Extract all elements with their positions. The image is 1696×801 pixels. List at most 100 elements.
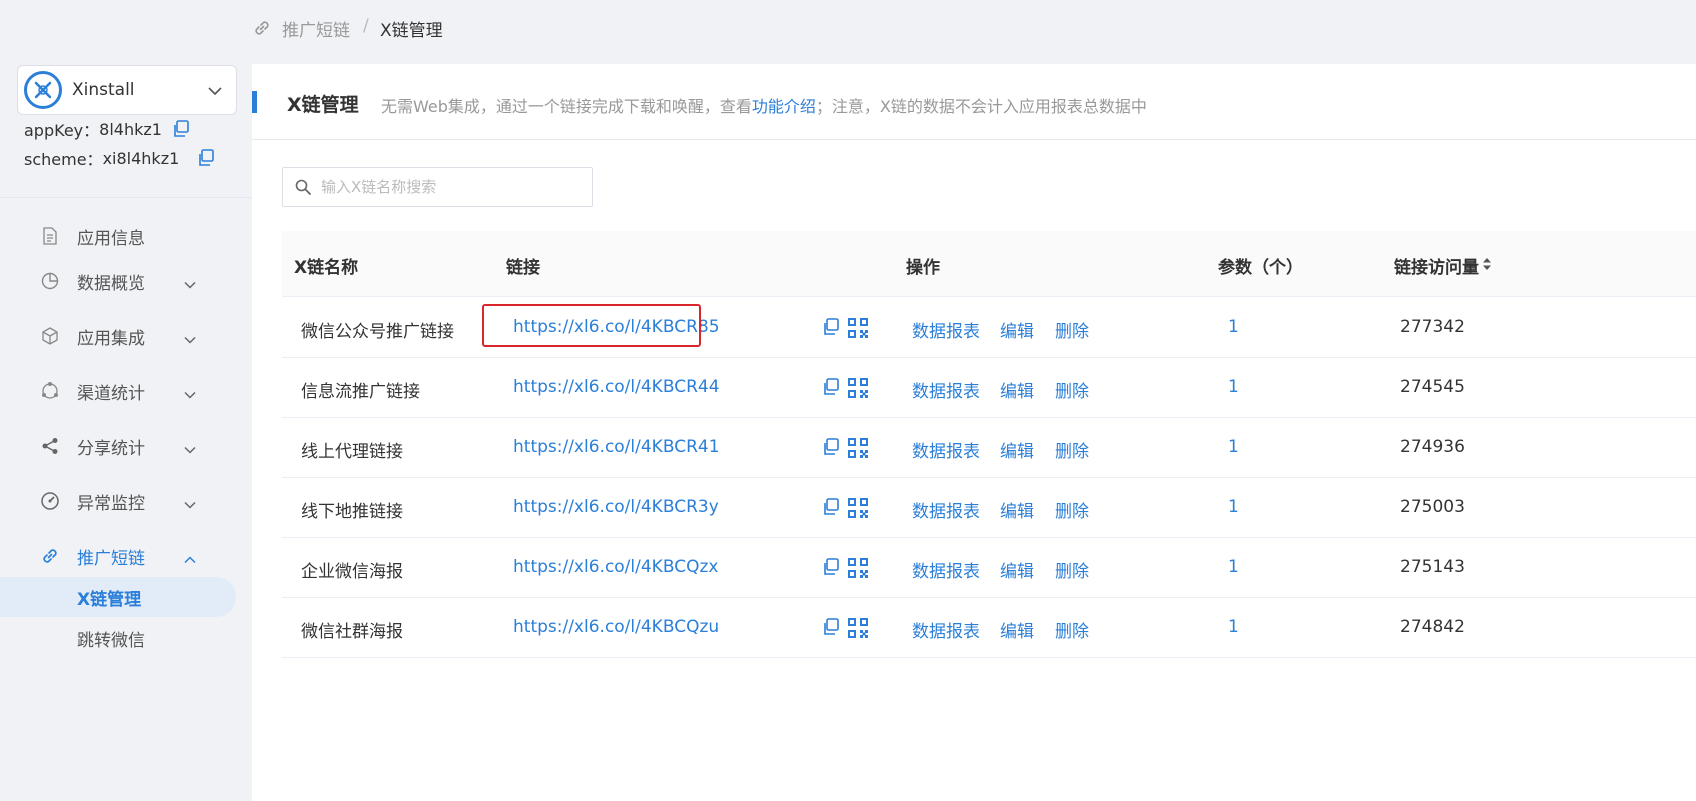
app-selector[interactable]: Xinstall [17, 65, 237, 115]
scheme-label: scheme： [24, 150, 103, 169]
header-params: 参数（个） [1218, 258, 1303, 278]
link-icon [40, 546, 60, 566]
sidebar-item-label: 渠道统计 [77, 383, 145, 404]
appkey-label: appKey： [24, 121, 100, 140]
report-link[interactable]: 数据报表 [912, 317, 980, 342]
sidebar-item-data-overview[interactable]: 数据概览 [0, 261, 252, 301]
title-accent-bar [252, 91, 257, 113]
edit-link[interactable]: 编辑 [1000, 557, 1034, 582]
sidebar-item-app-info[interactable]: 应用信息 [0, 216, 252, 256]
appkey-row: appKey： 8l4hkz1 [24, 117, 190, 141]
sidebar-item-anomaly-monitor[interactable]: 异常监控 [0, 481, 252, 521]
sidebar-subitem-jump-wechat[interactable]: 跳转微信 [0, 618, 236, 658]
sidebar-item-label: 应用集成 [77, 328, 145, 349]
row-visits: 277342 [1400, 317, 1465, 337]
qrcode-icon[interactable] [848, 438, 868, 458]
cube-icon [40, 326, 60, 346]
sidebar-subitem-label: 跳转微信 [77, 630, 145, 651]
chevron-down-icon [184, 274, 196, 294]
copy-icon[interactable] [822, 618, 840, 636]
row-params[interactable]: 1 [1228, 377, 1239, 397]
edit-link[interactable]: 编辑 [1000, 317, 1034, 342]
sidebar-item-label: 异常监控 [77, 493, 145, 514]
header-divider [252, 139, 1696, 140]
row-url-link[interactable]: https://xl6.co/l/4KBCR41 [513, 437, 720, 457]
report-link[interactable]: 数据报表 [912, 557, 980, 582]
row-url-link[interactable]: https://xl6.co/l/4KBCR3y [513, 497, 719, 517]
feature-intro-link[interactable]: 功能介绍 [752, 97, 816, 116]
sidebar-item-channel-stats[interactable]: 渠道统计 [0, 371, 252, 411]
qrcode-icon[interactable] [848, 378, 868, 398]
row-params[interactable]: 1 [1228, 317, 1239, 337]
edit-link[interactable]: 编辑 [1000, 437, 1034, 462]
row-url-link[interactable]: https://xl6.co/l/4KBCQzu [513, 617, 719, 637]
sidebar-divider [0, 197, 252, 198]
report-link[interactable]: 数据报表 [912, 497, 980, 522]
qrcode-icon[interactable] [848, 618, 868, 638]
delete-link[interactable]: 删除 [1055, 317, 1089, 342]
sidebar-subitem-x-link-manage[interactable]: X链管理 [0, 577, 236, 617]
scheme-value: xi8l4hkz1 [102, 148, 180, 168]
row-visits: 274936 [1400, 437, 1465, 457]
sidebar-item-label: 应用信息 [77, 228, 145, 249]
row-params[interactable]: 1 [1228, 617, 1239, 637]
sidebar-subitem-label: X链管理 [77, 589, 142, 610]
page-title: X链管理 [287, 94, 359, 116]
sidebar-item-short-links[interactable]: 推广短链 [0, 536, 252, 576]
scheme-row: scheme： xi8l4hkz1 [24, 146, 215, 170]
row-params[interactable]: 1 [1228, 497, 1239, 517]
row-name: 企业微信海报 [301, 562, 403, 582]
edit-link[interactable]: 编辑 [1000, 377, 1034, 402]
breadcrumb: 推广短链 / X链管理 [252, 0, 1696, 56]
row-params[interactable]: 1 [1228, 557, 1239, 577]
sort-icon[interactable] [1482, 257, 1492, 271]
search-input[interactable] [321, 176, 581, 198]
delete-link[interactable]: 删除 [1055, 497, 1089, 522]
chevron-down-icon [208, 81, 222, 100]
row-name: 信息流推广链接 [301, 382, 420, 402]
row-name: 线下地推链接 [301, 502, 403, 522]
delete-link[interactable]: 删除 [1055, 557, 1089, 582]
page-description: 无需Web集成，通过一个链接完成下载和唤醒，查看功能介绍；注意，X链的数据不会计… [381, 93, 1147, 117]
sidebar-item-share-stats[interactable]: 分享统计 [0, 426, 252, 466]
copy-icon[interactable] [822, 318, 840, 336]
sidebar-item-label: 数据概览 [77, 273, 145, 294]
delete-link[interactable]: 删除 [1055, 437, 1089, 462]
copy-icon[interactable] [822, 378, 840, 396]
copy-icon[interactable] [822, 438, 840, 456]
header-link: 链接 [506, 258, 540, 278]
edit-link[interactable]: 编辑 [1000, 497, 1034, 522]
chevron-down-icon [184, 329, 196, 349]
report-link[interactable]: 数据报表 [912, 437, 980, 462]
row-visits: 274842 [1400, 617, 1465, 637]
copy-icon[interactable] [822, 498, 840, 516]
row-params[interactable]: 1 [1228, 437, 1239, 457]
qrcode-icon[interactable] [848, 498, 868, 518]
qrcode-icon[interactable] [848, 558, 868, 578]
row-url-link[interactable]: https://xl6.co/l/4KBCR85 [513, 317, 720, 337]
delete-link[interactable]: 删除 [1055, 377, 1089, 402]
report-link[interactable]: 数据报表 [912, 617, 980, 642]
main-panel: X链管理 无需Web集成，通过一个链接完成下载和唤醒，查看功能介绍；注意，X链的… [252, 64, 1696, 801]
table-row: 企业微信海报 https://xl6.co/l/4KBCQzx 数据报表 编辑 … [282, 538, 1696, 598]
search-box[interactable] [282, 167, 593, 207]
sidebar-item-app-integration[interactable]: 应用集成 [0, 316, 252, 356]
row-url-link[interactable]: https://xl6.co/l/4KBCQzx [513, 557, 718, 577]
delete-link[interactable]: 删除 [1055, 617, 1089, 642]
edit-link[interactable]: 编辑 [1000, 617, 1034, 642]
copy-icon[interactable] [197, 149, 215, 167]
breadcrumb-parent[interactable]: 推广短链 [282, 16, 350, 41]
row-url-link[interactable]: https://xl6.co/l/4KBCR44 [513, 377, 720, 397]
copy-icon[interactable] [822, 558, 840, 576]
report-link[interactable]: 数据报表 [912, 377, 980, 402]
gauge-icon [40, 491, 60, 511]
breadcrumb-current: X链管理 [380, 21, 443, 41]
qrcode-icon[interactable] [848, 318, 868, 338]
chevron-down-icon [184, 439, 196, 459]
row-name: 线上代理链接 [301, 442, 403, 462]
copy-icon[interactable] [172, 120, 190, 138]
chevron-down-icon [184, 494, 196, 514]
header-visits[interactable]: 链接访问量 [1394, 253, 1479, 278]
table-row: 线上代理链接 https://xl6.co/l/4KBCR41 数据报表 编辑 … [282, 418, 1696, 478]
row-visits: 274545 [1400, 377, 1465, 397]
